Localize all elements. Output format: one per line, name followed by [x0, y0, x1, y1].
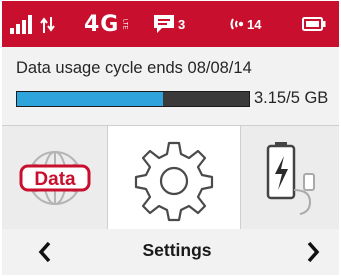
signal-strength-icon [10, 1, 36, 47]
chevron-right-icon [307, 241, 320, 263]
usage-cycle-label: Data usage cycle ends 08/08/14 [16, 59, 252, 77]
connected-devices-indicator: 14 [230, 1, 261, 47]
messages-indicator[interactable]: 3 [152, 1, 185, 47]
wifi-devices-icon [230, 18, 244, 30]
next-arrow-button[interactable] [300, 239, 326, 265]
status-bar: 4G LTE 3 14 [2, 1, 339, 47]
data-globe-icon: Data [19, 150, 90, 205]
message-icon [154, 15, 174, 33]
network-sub-text: LTE [121, 18, 128, 30]
device-screen: 4G LTE 3 14 Data usage cycle ends 08/08/… [2, 1, 339, 275]
usage-progress-fill [17, 92, 164, 106]
data-icon-text: Data [34, 169, 76, 190]
network-type-indicator: 4G LTE [84, 1, 127, 47]
chevron-left-icon [38, 241, 51, 263]
data-usage-panel: Data usage cycle ends 08/08/14 3.15/5 GB [2, 47, 339, 125]
connected-devices-count: 14 [247, 16, 262, 32]
bottom-nav: Settings [2, 229, 339, 275]
data-transfer-icon [40, 1, 56, 47]
battery-menu-tile[interactable] [241, 126, 339, 229]
settings-menu-tile[interactable] [108, 126, 241, 229]
network-type-text: 4G [84, 11, 120, 37]
menu-title: Settings [142, 240, 212, 260]
settings-gear-icon [134, 141, 214, 221]
usage-progress-bar [16, 91, 250, 107]
usage-amount: 3.15/5 GB [254, 89, 329, 107]
battery-icon [302, 1, 326, 47]
menu-carousel: Data [2, 125, 339, 229]
previous-arrow-button[interactable] [32, 239, 58, 265]
data-menu-tile[interactable]: Data [2, 126, 108, 229]
message-count: 3 [178, 16, 186, 32]
battery-charging-icon [266, 141, 315, 215]
